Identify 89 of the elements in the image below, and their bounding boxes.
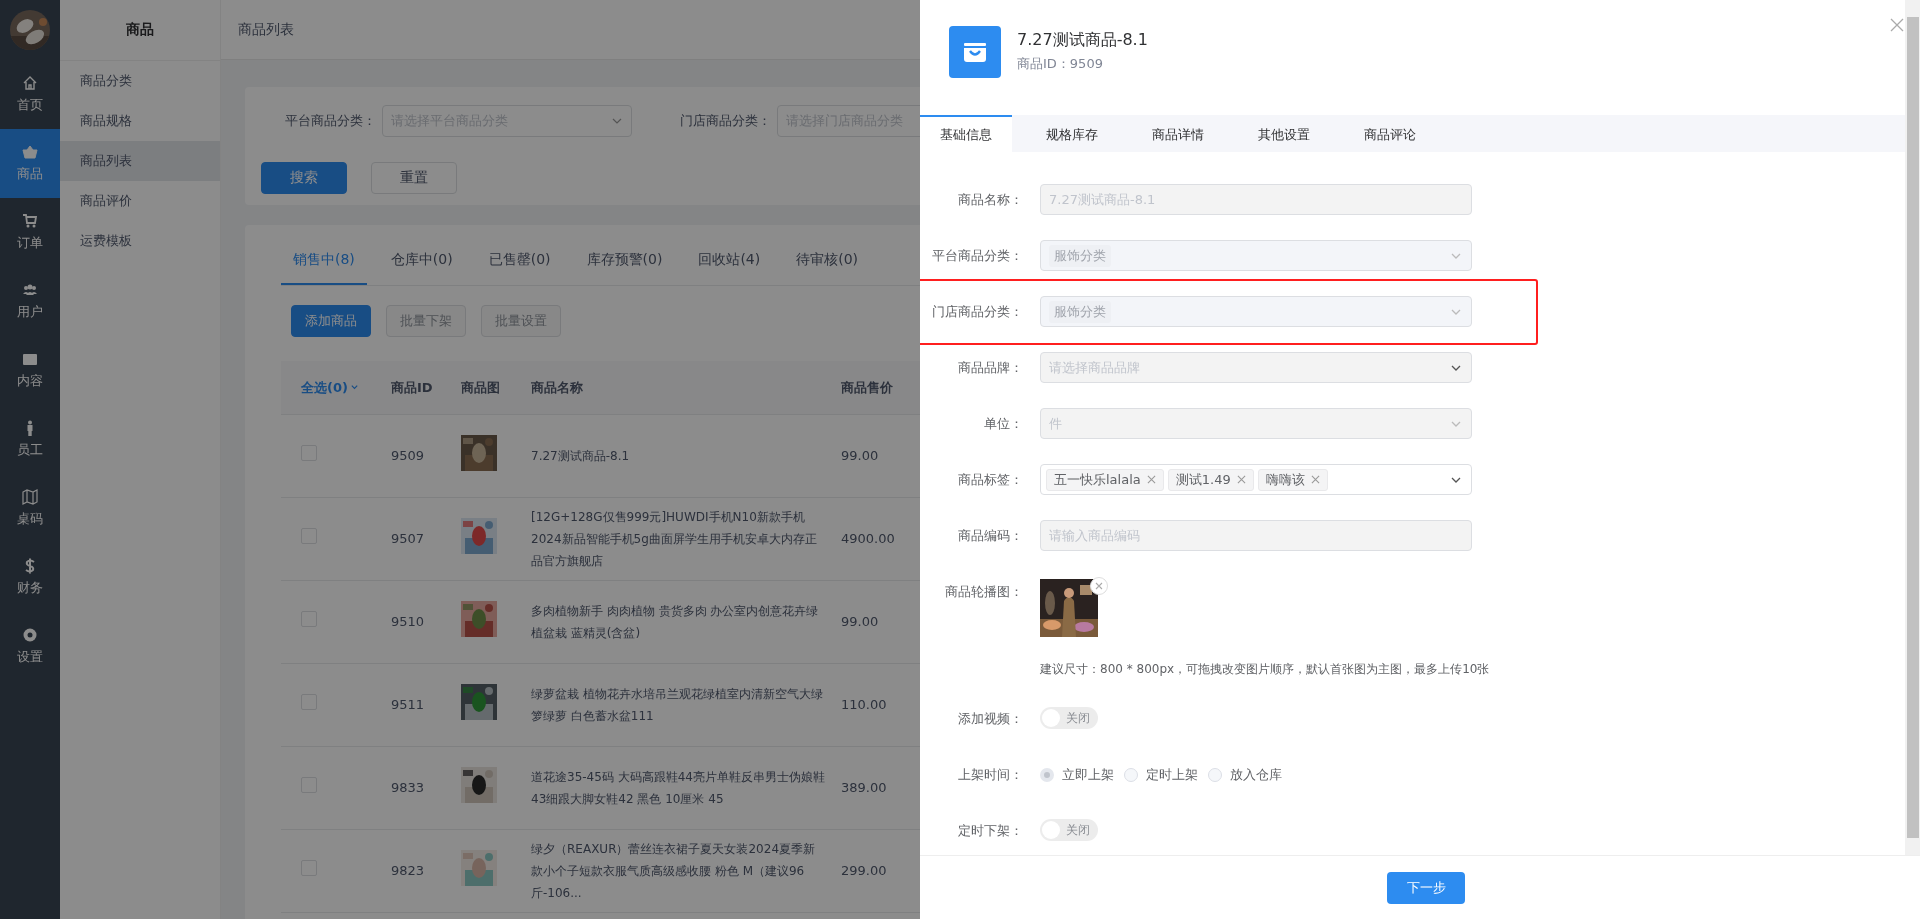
submenu-item[interactable]: 商品分类 [60, 61, 220, 101]
reset-button[interactable]: 重置 [371, 162, 457, 194]
status-tab[interactable]: 待审核(0) [784, 237, 871, 285]
filter-label: 门店商品分类： [680, 112, 771, 130]
status-tab[interactable]: 回收站(4) [686, 237, 773, 285]
table-cell: 9509 [391, 448, 425, 463]
tab[interactable]: 规格库存 [1026, 115, 1118, 152]
field-label: 商品品牌： [958, 360, 1023, 375]
page-title: 商品列表 [238, 20, 294, 39]
field-label: 商品名称： [958, 192, 1023, 207]
search-button[interactable]: 搜索 [261, 162, 347, 194]
toggle-switch[interactable]: 关闭 [1040, 819, 1098, 841]
table-cell: 9823 [391, 863, 425, 878]
column-header: 商品售价 [841, 379, 893, 395]
field-label: 上架时间： [958, 767, 1023, 782]
submenu-item[interactable]: 商品规格 [60, 101, 220, 141]
submenu-item[interactable]: 商品评价 [60, 181, 220, 221]
settings-icon [22, 627, 38, 643]
table-cell: 4900.00 [841, 531, 895, 546]
table-cell: 绿夕（REAXUR）蕾丝连衣裙子夏天女装2024夏季新款小个子短款衣服气质高级感收腰 粉色 M（建议96斤-106... [531, 842, 815, 900]
tag-chip: 嗨嗨该 [1257, 468, 1328, 491]
caret-icon [349, 383, 359, 392]
table-cell: 389.00 [841, 780, 887, 795]
column-header: 商品名称 [531, 379, 583, 395]
status-tab[interactable]: 已售罄(0) [476, 237, 563, 285]
table-cell: 7.27测试商品-8.1 [531, 449, 630, 463]
nav-item[interactable]: 订单 [0, 198, 60, 267]
drawer-title: 7.27测试商品-8.1 [1017, 30, 1148, 51]
field-label: 商品编码： [958, 528, 1023, 543]
bag-icon [949, 25, 1001, 78]
modal-overlay[interactable] [0, 0, 920, 919]
submenu-item[interactable]: 商品列表 [60, 141, 220, 181]
action-button[interactable]: 添加商品 [291, 305, 371, 337]
tag-chip: 五一快乐lalala [1046, 468, 1164, 491]
select-all-dropdown[interactable]: 全选(0) [301, 376, 359, 399]
field-label: 商品标签： [958, 472, 1023, 487]
column-header: 商品图 [461, 379, 500, 395]
next-button[interactable]: 下一步 [1387, 871, 1465, 904]
submenu-title: 商品 [60, 0, 220, 61]
radio-option[interactable]: 定时上架 [1124, 759, 1198, 790]
field-label: 单位： [984, 416, 1023, 431]
nav-item[interactable]: 首页 [0, 60, 60, 129]
users-icon [22, 282, 38, 298]
nav-item[interactable]: 商品 [0, 129, 60, 198]
tab[interactable]: 其他设置 [1238, 115, 1330, 152]
nav-item[interactable]: 内容 [0, 336, 60, 405]
table-cell: 多肉植物新手 肉肉植物 贵货多肉 办公室内创意花卉绿植盆栽 蓝精灵(含盆) [531, 604, 819, 640]
radio-option[interactable]: 放入仓库 [1208, 759, 1282, 790]
cart-icon [22, 213, 38, 229]
map-icon [22, 489, 38, 505]
tag-chip: 测试1.49 [1167, 468, 1254, 491]
radio-option[interactable]: 立即上架 [1040, 759, 1114, 790]
table-cell: 9507 [391, 531, 425, 546]
toggle-switch[interactable]: 关闭 [1040, 707, 1098, 729]
field-label: 添加视频： [958, 711, 1023, 726]
nav-item[interactable]: 员工 [0, 405, 60, 474]
basket-icon [22, 144, 38, 160]
tab[interactable]: 基础信息 [920, 115, 1012, 152]
nav-item[interactable]: 用户 [0, 267, 60, 336]
status-tab[interactable]: 销售中(8) [281, 237, 367, 285]
field-label: 商品轮播图： [945, 584, 1023, 599]
home-icon [22, 75, 38, 91]
nav-item[interactable]: 桌码 [0, 474, 60, 543]
table-cell: 9511 [391, 697, 425, 712]
tab[interactable]: 商品详情 [1132, 115, 1224, 152]
table-cell: 299.00 [841, 863, 887, 878]
filter-label: 平台商品分类： [285, 112, 376, 130]
nav-item[interactable]: 财务 [0, 543, 60, 612]
hint-text: 建议尺寸：800 * 800px，可拖拽改变图片顺序，默认首张图为主图，最多上传10张 [1040, 661, 1490, 678]
table-cell: 9510 [391, 614, 425, 629]
table-cell: 道花途35-45码 大码高跟鞋44亮片单鞋反串男士伪娘鞋43细跟大脚女鞋42 黑色 10厘米 45 [531, 770, 825, 806]
table-cell: [12G+128G仅售999元]HUWDI手机N10新款手机2024新品智能手机5g曲面屏学生用手机安卓大内存正品官方旗舰店 [531, 510, 817, 568]
folder-icon [22, 351, 38, 367]
field-label: 平台商品分类： [932, 248, 1023, 263]
field-label: 门店商品分类： [932, 304, 1023, 319]
field-label: 定时下架： [958, 823, 1023, 838]
table-cell: 9833 [391, 780, 425, 795]
nav-item[interactable]: 设置 [0, 612, 60, 681]
tab[interactable]: 商品评论 [1344, 115, 1436, 152]
status-tab[interactable]: 库存预警(0) [574, 237, 675, 285]
table-cell: 110.00 [841, 697, 887, 712]
status-tab[interactable]: 仓库中(0) [378, 237, 465, 285]
scrollbar[interactable] [1905, 0, 1920, 855]
column-header: 商品ID [391, 379, 433, 395]
table-cell: 99.00 [841, 614, 879, 629]
submenu-item[interactable]: 运费模板 [60, 221, 220, 261]
product-id: 商品ID：9509 [1017, 55, 1104, 73]
table-cell: 99.00 [841, 448, 879, 463]
table-cell: 绿萝盆栽 植物花卉水培吊兰观花绿植室内清新空气大绿箩绿萝 白色蓄水盆111 [531, 687, 823, 723]
